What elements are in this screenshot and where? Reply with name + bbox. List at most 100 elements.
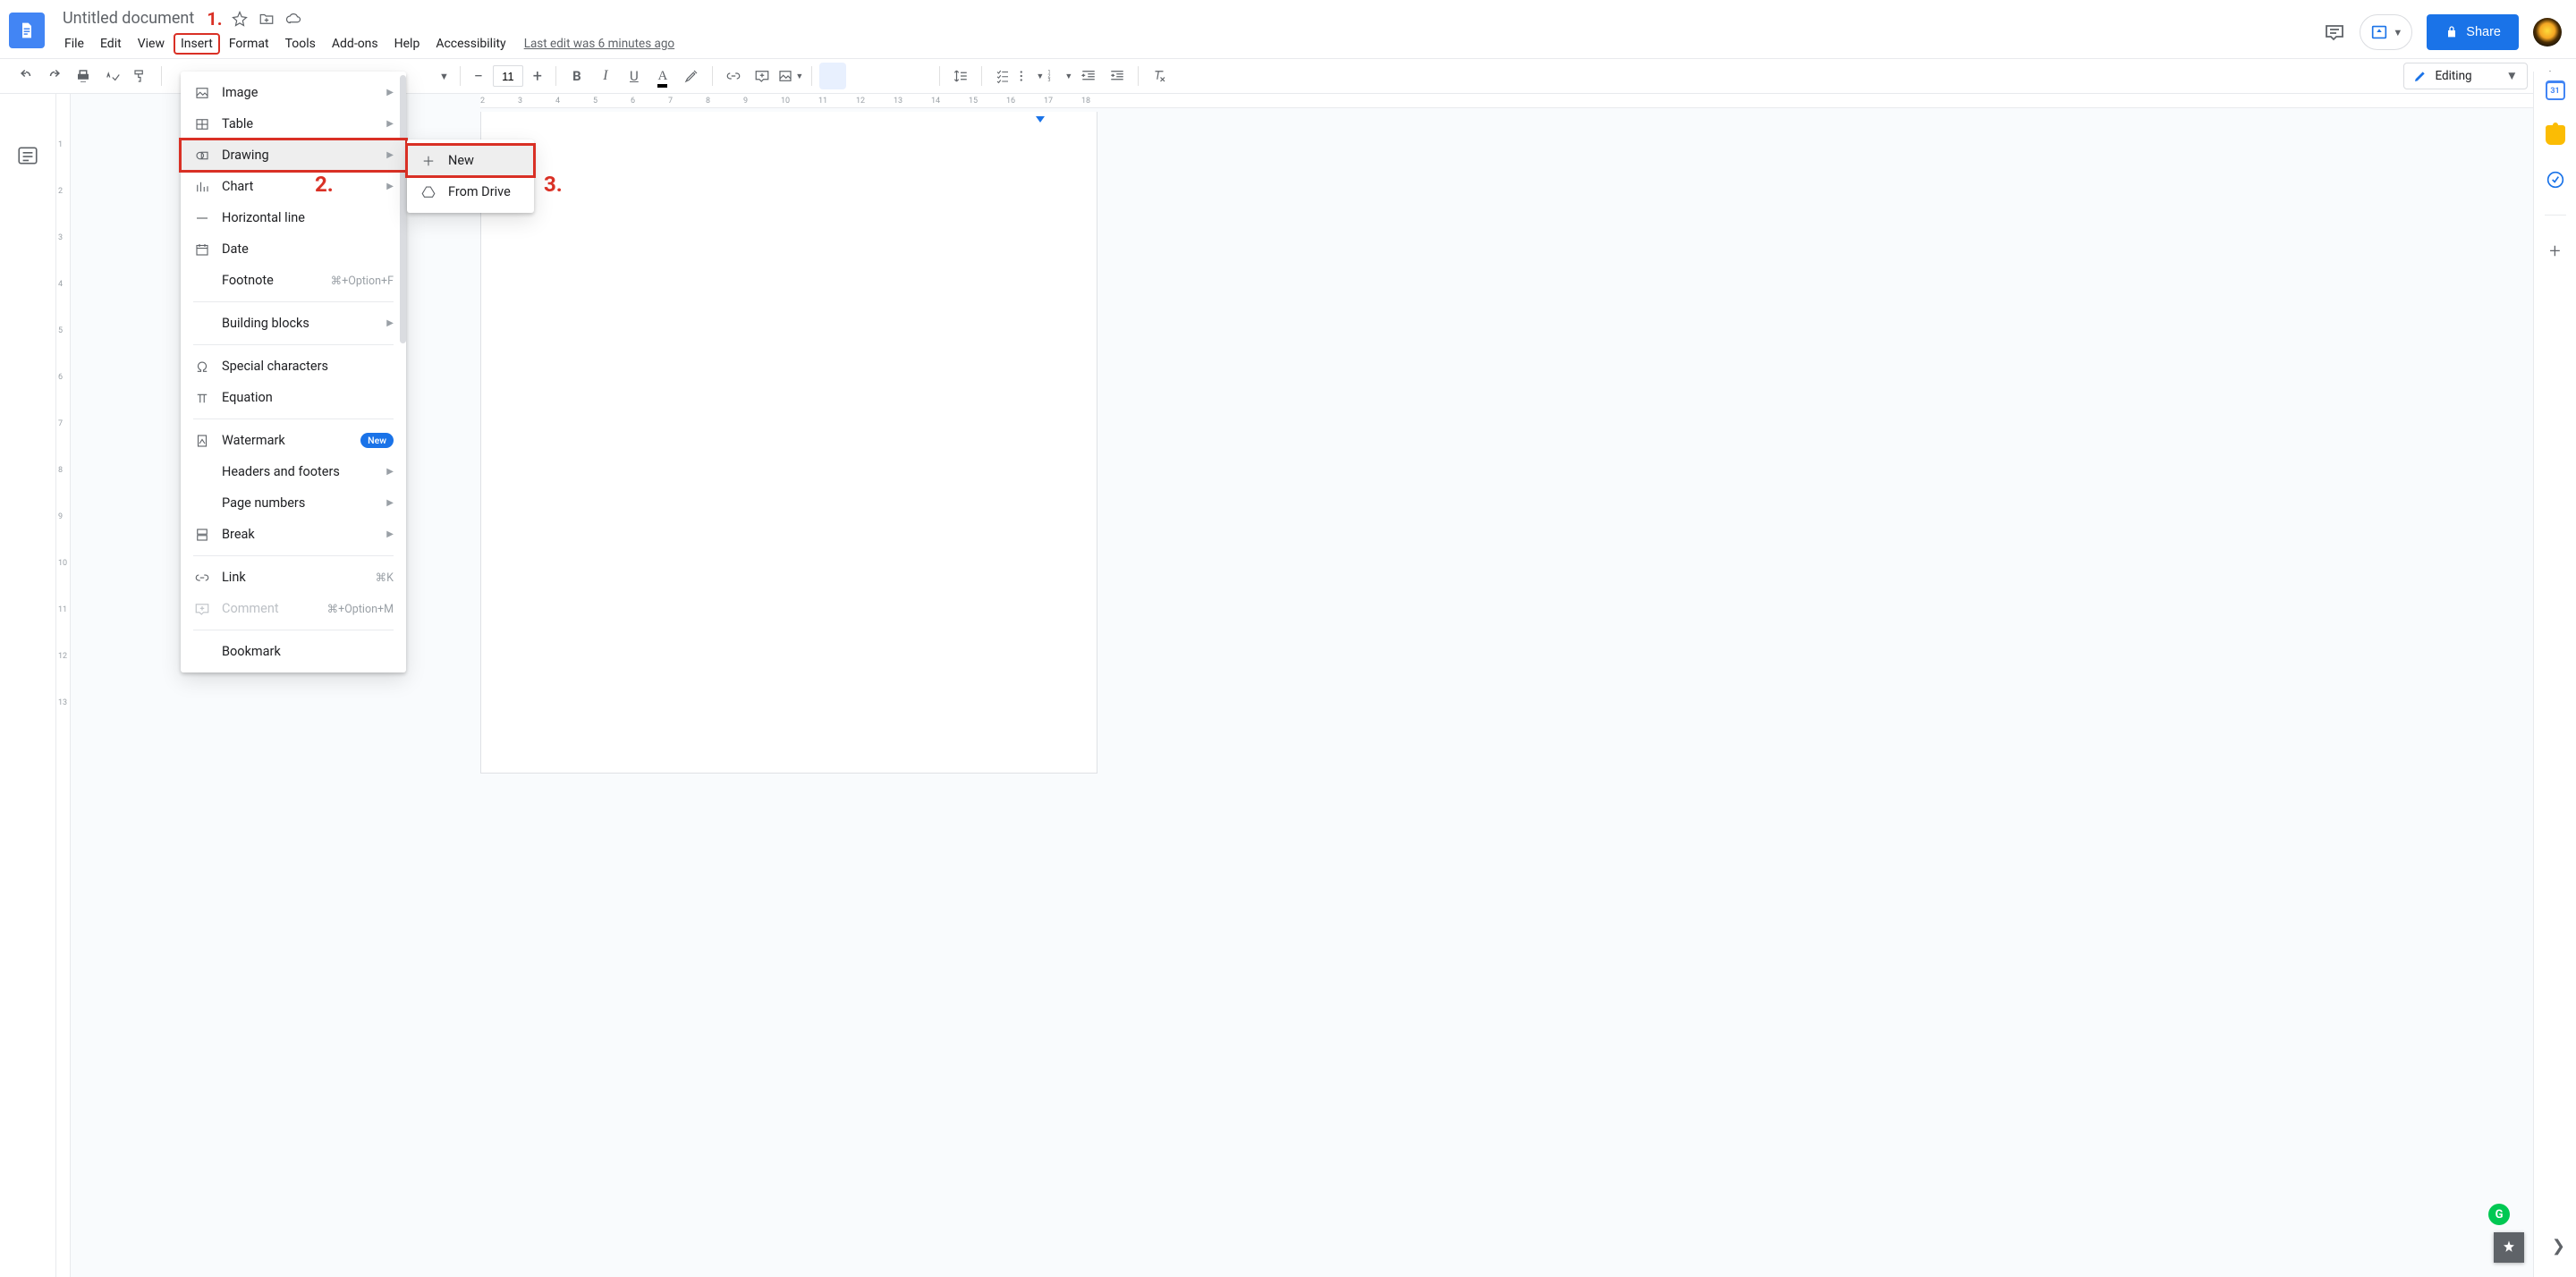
insert-comment: Comment ⌘+Option+M [181,593,406,624]
undo-button[interactable] [13,63,39,89]
decrease-indent-button[interactable] [1075,63,1102,89]
keep-app-icon[interactable] [2546,125,2565,145]
insert-headers-footers[interactable]: Headers and footers ▶ [181,456,406,487]
document-outline-button[interactable] [16,144,39,167]
menu-format[interactable]: Format [222,33,276,55]
font-size-increase[interactable]: + [527,65,548,87]
insert-bookmark[interactable]: Bookmark [181,636,406,667]
omega-icon [193,358,211,376]
menu-edit[interactable]: Edit [93,33,129,55]
page-numbers-icon [193,495,211,512]
menu-label: Page numbers [222,495,305,511]
align-left-button[interactable] [819,63,846,89]
grammarly-icon[interactable]: G [2488,1204,2510,1225]
font-size-decrease[interactable]: − [468,65,489,87]
document-page[interactable] [480,112,1097,774]
menu-label: Table [222,116,253,131]
align-right-button[interactable] [877,63,903,89]
annotation-2: 2. [315,172,334,197]
insert-watermark[interactable]: Watermark New [181,425,406,456]
menu-label: Date [222,241,249,257]
insert-footnote[interactable]: Footnote ⌘+Option+F [181,265,406,296]
present-button[interactable]: ▼ [2360,14,2412,50]
font-size-input[interactable] [493,65,523,87]
menu-tools[interactable]: Tools [278,33,323,55]
menu-label: Special characters [222,359,328,374]
highlight-button[interactable] [678,63,705,89]
add-comment-button[interactable] [749,63,775,89]
get-addons-button[interactable]: + [2549,241,2560,263]
menu-insert[interactable]: Insert [174,33,220,55]
chevron-right-icon: ▶ [386,150,394,160]
align-center-button[interactable] [848,63,875,89]
expand-side-panel-button[interactable]: ❯ [2552,1237,2565,1256]
margin-marker-icon[interactable] [1036,112,1045,121]
menu-view[interactable]: View [131,33,172,55]
drawing-icon [193,147,211,165]
insert-special-characters[interactable]: Special characters [181,351,406,382]
blocks-icon [193,315,211,333]
menu-label: Horizontal line [222,210,305,225]
image-icon [193,84,211,102]
calendar-icon [193,241,211,258]
numbered-list-button[interactable]: 123▼ [1046,63,1073,89]
pi-icon [193,389,211,407]
redo-button[interactable] [41,63,68,89]
underline-button[interactable]: U [621,63,648,89]
menu-label: Bookmark [222,644,281,659]
bold-button[interactable]: B [564,63,590,89]
avatar[interactable] [2533,18,2562,47]
bulleted-list-button[interactable]: ▼ [1018,63,1045,89]
plus-icon [419,152,437,170]
clear-formatting-button[interactable] [1146,63,1173,89]
spellcheck-button[interactable] [98,63,125,89]
menu-label: Equation [222,390,273,405]
text-color-button[interactable]: A [649,63,676,89]
horizontal-line-icon [193,209,211,227]
star-icon[interactable] [230,9,250,29]
checklist-button[interactable] [989,63,1016,89]
line-spacing-button[interactable] [947,63,974,89]
insert-table[interactable]: Table ▶ [181,108,406,140]
explore-button[interactable] [2494,1232,2524,1263]
menu-addons[interactable]: Add-ons [325,33,386,55]
align-justify-button[interactable] [905,63,932,89]
insert-break[interactable]: Break ▶ [181,519,406,550]
menu-label: Comment [222,601,279,616]
document-title[interactable]: Untitled document [57,7,199,30]
increase-indent-button[interactable] [1104,63,1131,89]
calendar-app-icon[interactable] [2546,80,2565,100]
italic-button[interactable]: I [592,63,619,89]
insert-drawing[interactable]: Drawing ▶ [181,140,406,171]
shortcut-label: ⌘K [376,571,394,585]
insert-image-button[interactable]: ▼ [777,63,804,89]
editing-mode-button[interactable]: Editing ▼ [2403,63,2528,89]
move-folder-icon[interactable] [257,9,276,29]
menu-file[interactable]: File [57,33,91,55]
last-edit-link[interactable]: Last edit was 6 minutes ago [524,37,674,51]
separator [161,66,162,86]
share-button[interactable]: Share [2427,14,2519,50]
print-button[interactable] [70,63,97,89]
insert-image[interactable]: Image ▶ [181,77,406,108]
docs-logo[interactable] [9,13,45,48]
insert-link[interactable]: Link ⌘K [181,562,406,593]
insert-date[interactable]: Date [181,233,406,265]
insert-link-button[interactable] [720,63,747,89]
drawing-from-drive[interactable]: From Drive [407,176,534,207]
insert-chart[interactable]: Chart ▶ [181,171,406,202]
insert-equation[interactable]: Equation [181,382,406,413]
tasks-app-icon[interactable] [2546,170,2565,190]
insert-building-blocks[interactable]: Building blocks ▶ [181,308,406,339]
insert-page-numbers[interactable]: Page numbers ▶ [181,487,406,519]
comments-icon[interactable] [2324,21,2345,43]
font-caret-icon[interactable]: ▼ [439,71,449,82]
menu-accessibility[interactable]: Accessibility [428,33,513,55]
chevron-right-icon: ▶ [386,318,394,328]
cloud-status-icon[interactable] [284,9,303,29]
menu-help[interactable]: Help [387,33,428,55]
chevron-right-icon: ▶ [386,498,394,508]
insert-horizontal-line[interactable]: Horizontal line [181,202,406,233]
paint-format-button[interactable] [127,63,154,89]
drawing-new[interactable]: New [407,145,534,176]
